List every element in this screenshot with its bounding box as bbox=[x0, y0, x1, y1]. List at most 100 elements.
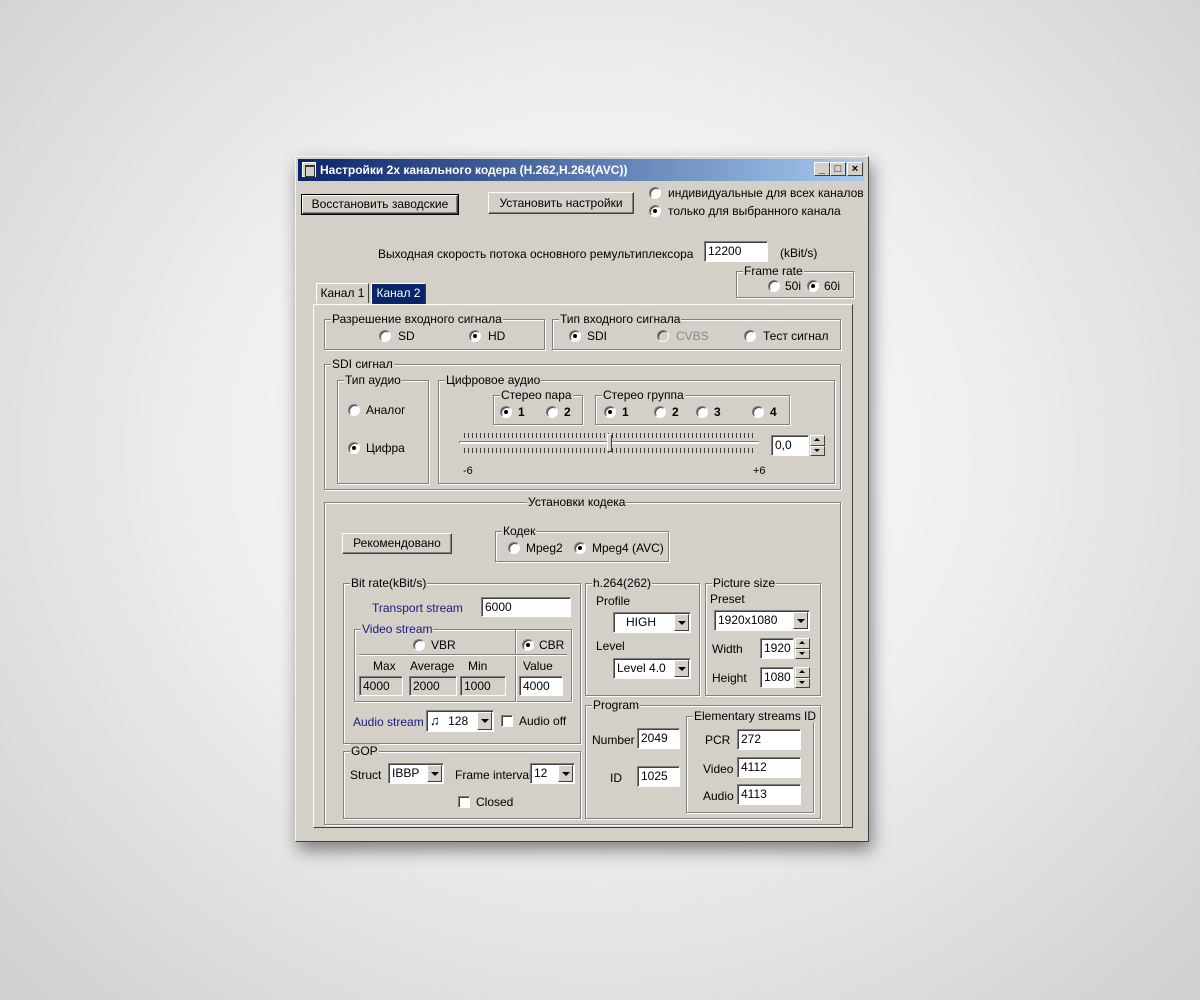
h264-group: h.264(262) Profile HIGH Level Level 4.0 bbox=[585, 576, 700, 696]
picture-height-label: Height bbox=[712, 671, 747, 685]
transport-stream-input[interactable]: 6000 bbox=[481, 597, 571, 617]
video-vbr-label: VBR bbox=[431, 638, 456, 652]
tab-channel-2[interactable]: Канал 2 bbox=[371, 283, 426, 304]
codec-mpeg2-radio[interactable] bbox=[508, 542, 520, 554]
audio-digital-label: Цифра bbox=[366, 441, 405, 455]
picture-preset-select[interactable]: 1920x1080 bbox=[714, 610, 810, 631]
type-cvbs-label: CVBS bbox=[676, 329, 709, 343]
type-test-radio[interactable] bbox=[744, 330, 756, 342]
audio-off-checkbox[interactable] bbox=[501, 715, 513, 727]
stereo-pair-2-radio[interactable] bbox=[546, 406, 558, 418]
type-sdi-label: SDI bbox=[587, 329, 608, 343]
picture-width-spinner[interactable] bbox=[795, 638, 810, 659]
picture-height-spinner[interactable] bbox=[795, 667, 810, 688]
chevron-down-icon[interactable] bbox=[558, 765, 573, 782]
video-value-input[interactable]: 4000 bbox=[519, 676, 563, 696]
resolution-hd-radio[interactable] bbox=[469, 330, 481, 342]
gop-interval-label: Frame interval bbox=[455, 768, 532, 782]
gop-interval-select[interactable]: 12 bbox=[530, 763, 575, 784]
program-id-input[interactable]: 1025 bbox=[637, 766, 680, 787]
h264-profile-select[interactable]: HIGH bbox=[613, 612, 691, 633]
audio-level-slider[interactable] bbox=[459, 433, 759, 463]
gop-struct-label: Struct bbox=[350, 768, 382, 782]
framerate-50i-radio[interactable] bbox=[768, 280, 780, 292]
gop-interval-value: 12 bbox=[534, 766, 548, 780]
recommended-button[interactable]: Рекомендовано bbox=[342, 533, 452, 554]
scope-all-radio[interactable] bbox=[649, 187, 661, 199]
audio-analog-label: Аналог bbox=[366, 403, 406, 417]
transport-stream-label: Transport stream bbox=[372, 601, 463, 615]
stereo-pair-2-label: 2 bbox=[564, 405, 571, 419]
tab-channel-1[interactable]: Канал 1 bbox=[316, 283, 369, 303]
title-bar[interactable]: Настройки 2х канального кодера (H.262,H.… bbox=[298, 159, 864, 181]
audio-analog-radio[interactable] bbox=[348, 404, 360, 416]
encoder-settings-window: Настройки 2х канального кодера (H.262,H.… bbox=[295, 156, 869, 842]
gop-closed-checkbox[interactable] bbox=[458, 796, 470, 808]
chevron-down-icon[interactable] bbox=[477, 712, 492, 730]
stereo-group-4-radio[interactable] bbox=[752, 406, 764, 418]
picture-preset-label: Preset bbox=[710, 592, 745, 606]
slider-thumb[interactable] bbox=[607, 434, 612, 452]
video-value-label: Value bbox=[523, 659, 553, 673]
picture-height-input[interactable]: 1080 bbox=[760, 667, 794, 688]
gop-group: GOP Struct IBBP Frame interval 12 Closed bbox=[343, 744, 581, 819]
codec-legend: Кодек bbox=[502, 524, 537, 538]
chevron-down-icon[interactable] bbox=[793, 612, 808, 629]
input-type-legend: Тип входного сигнала bbox=[559, 312, 682, 326]
es-audio-input[interactable]: 4113 bbox=[737, 784, 801, 805]
video-cbr-radio[interactable] bbox=[522, 639, 534, 651]
chevron-down-icon[interactable] bbox=[674, 660, 689, 677]
apply-settings-button[interactable]: Установить настройки bbox=[488, 192, 634, 214]
es-pcr-input[interactable]: 272 bbox=[737, 729, 801, 750]
codec-mpeg2-label: Mpeg2 bbox=[526, 541, 563, 555]
h264-level-label: Level bbox=[596, 639, 625, 653]
chevron-down-icon[interactable] bbox=[674, 614, 689, 631]
audio-level-input[interactable]: 0,0 bbox=[771, 435, 809, 456]
h264-legend: h.264(262) bbox=[592, 576, 653, 590]
es-pcr-label: PCR bbox=[705, 733, 731, 747]
audio-level-spinner[interactable] bbox=[810, 435, 825, 456]
input-type-group: Тип входного сигнала SDI CVBS Тест сигна… bbox=[552, 312, 841, 350]
video-vbr-radio[interactable] bbox=[413, 639, 425, 651]
restore-defaults-button[interactable]: Восстановить заводские bbox=[301, 194, 459, 215]
window-title: Настройки 2х канального кодера (H.262,H.… bbox=[320, 163, 628, 177]
stereo-group-legend: Стерео группа bbox=[602, 388, 685, 402]
gop-legend: GOP bbox=[350, 744, 379, 758]
program-number-input[interactable]: 2049 bbox=[637, 728, 680, 749]
app-icon bbox=[302, 162, 316, 178]
output-rate-input[interactable]: 12200 bbox=[704, 241, 768, 262]
video-max-label: Max bbox=[373, 659, 396, 673]
digital-audio-group: Цифровое аудио Стерео пара 1 2 Стерео гр… bbox=[438, 373, 835, 484]
scope-all-label: индивидуальные для всех каналов bbox=[668, 186, 864, 200]
gop-struct-select[interactable]: IBBP bbox=[388, 763, 444, 784]
type-sdi-radio[interactable] bbox=[569, 330, 581, 342]
maximize-button[interactable]: □ bbox=[830, 162, 846, 176]
picture-preset-value: 1920x1080 bbox=[718, 613, 778, 627]
audio-stream-select[interactable]: ♫ 128 bbox=[426, 710, 494, 732]
codec-mpeg4-radio[interactable] bbox=[574, 542, 586, 554]
video-min-input: 1000 bbox=[460, 676, 506, 696]
input-resolution-group: Разрешение входного сигнала SD HD bbox=[324, 312, 545, 350]
chevron-down-icon[interactable] bbox=[427, 765, 442, 782]
picture-width-input[interactable]: 1920 bbox=[760, 638, 794, 659]
stereo-group-3-radio[interactable] bbox=[696, 406, 708, 418]
framerate-60i-radio[interactable] bbox=[807, 280, 819, 292]
es-video-input[interactable]: 4112 bbox=[737, 757, 801, 778]
picture-size-group: Picture size Preset 1920x1080 Width 1920… bbox=[705, 576, 821, 696]
slider-max-label: +6 bbox=[753, 465, 766, 477]
es-ids-group: Elementary streams ID PCR 272 Video 4112… bbox=[686, 709, 818, 813]
h264-level-select[interactable]: Level 4.0 bbox=[613, 658, 691, 679]
resolution-sd-radio[interactable] bbox=[379, 330, 391, 342]
audio-digital-radio[interactable] bbox=[348, 442, 360, 454]
stereo-pair-1-label: 1 bbox=[518, 405, 525, 419]
program-id-label: ID bbox=[610, 771, 622, 785]
gop-struct-value: IBBP bbox=[392, 766, 420, 780]
bitrate-legend: Bit rate(kBit/s) bbox=[350, 576, 428, 590]
minimize-button[interactable]: _ bbox=[814, 162, 830, 176]
stereo-pair-1-radio[interactable] bbox=[500, 406, 512, 418]
close-button[interactable]: × bbox=[847, 162, 863, 176]
scope-selected-radio[interactable] bbox=[649, 205, 661, 217]
stereo-group-1-radio[interactable] bbox=[604, 406, 616, 418]
output-rate-unit: (kBit/s) bbox=[780, 246, 818, 260]
stereo-group-2-radio[interactable] bbox=[654, 406, 666, 418]
